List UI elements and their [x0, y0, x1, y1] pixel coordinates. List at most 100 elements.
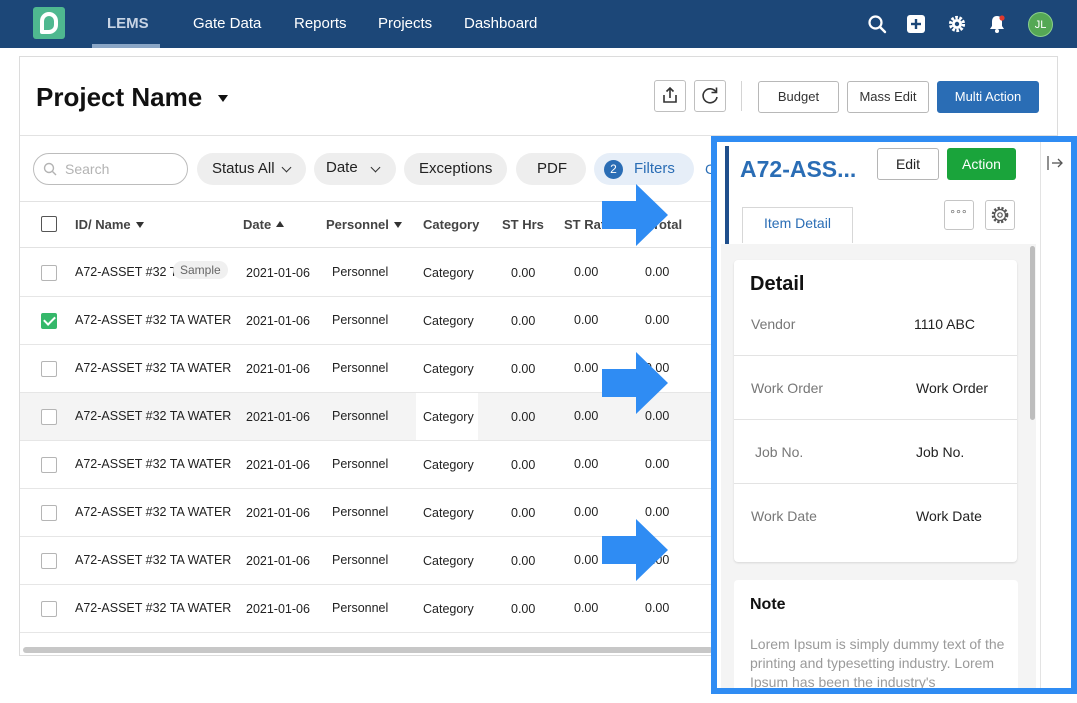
tab-item-detail[interactable]: Item Detail [742, 207, 853, 243]
row-checkbox[interactable] [41, 409, 57, 425]
multi-action-button[interactable]: Multi Action [937, 81, 1039, 113]
cell-category: Category [423, 410, 474, 424]
cell-total: 0.00 [645, 601, 670, 615]
nav-item-gate-data[interactable]: Gate Data [193, 0, 261, 48]
note-text: Lorem Ipsum is simply dummy text of the … [750, 636, 1005, 690]
table-row[interactable]: A72-ASSET #32 TA WATER 2021-01-06 Person… [20, 585, 720, 633]
cell-st-rate: 0.00 [574, 505, 599, 519]
row-checkbox[interactable] [41, 265, 57, 281]
cell-category: Category [423, 506, 474, 520]
cell-st-hrs: 0.00 [511, 506, 536, 520]
cell-st-hrs: 0.00 [511, 458, 536, 472]
row-checkbox[interactable] [41, 505, 57, 521]
date-filter-dropdown[interactable]: Date [314, 153, 396, 185]
filters-button[interactable]: 2 Filters [594, 153, 694, 185]
detail-value: Work Date [916, 508, 982, 524]
gear-icon[interactable] [947, 14, 967, 34]
edit-button[interactable]: Edit [877, 148, 939, 180]
detail-card: Detail Vendor 1110 ABC Work Order Work O… [734, 260, 1017, 562]
cell-id-name: A72-ASSET #32 TA WATER [75, 601, 232, 615]
nav-item-dashboard[interactable]: Dashboard [464, 0, 537, 48]
arrow-right-icon [602, 519, 668, 581]
add-icon[interactable] [906, 14, 926, 34]
export-icon [663, 86, 677, 103]
column-header-date[interactable]: Date [243, 217, 285, 232]
cell-category: Category [423, 362, 474, 376]
cell-personnel: Personnel [332, 409, 389, 423]
app-logo[interactable] [33, 7, 65, 39]
search-placeholder: Search [65, 161, 110, 177]
search-icon[interactable] [867, 14, 887, 34]
detail-label: Vendor [751, 316, 796, 332]
row-checkbox[interactable] [41, 361, 57, 377]
cell-date: 2021-01-06 [246, 506, 310, 520]
exceptions-filter-button[interactable]: Exceptions [404, 153, 507, 185]
cell-date: 2021-01-06 [246, 314, 310, 328]
refresh-icon [702, 87, 718, 104]
more-options-button[interactable]: °°° [944, 200, 974, 230]
cell-st-hrs: 0.00 [511, 410, 536, 424]
select-all-checkbox[interactable] [41, 216, 57, 232]
cell-date: 2021-01-06 [246, 458, 310, 472]
note-card: Note Lorem Ipsum is simply dummy text of… [734, 580, 1018, 690]
nav-item-projects[interactable]: Projects [378, 0, 432, 48]
cell-st-rate: 0.00 [574, 553, 599, 567]
pdf-button[interactable]: PDF [516, 153, 586, 185]
cell-category: Category [423, 602, 474, 616]
panel-settings-button[interactable] [985, 200, 1015, 230]
budget-button[interactable]: Budget [758, 81, 839, 113]
sort-asc-icon [276, 221, 285, 227]
detail-label: Job No. [755, 444, 804, 460]
item-detail-panel: A72-ASS... Edit Action Item Detail °°° D… [711, 136, 1077, 694]
table-row[interactable]: A72-ASSET #32 TA WATER 2021-01-06 Person… [20, 297, 720, 345]
action-button[interactable]: Action [947, 148, 1016, 180]
table-row[interactable]: A72-ASSET #32 T. Sample 2021-01-06 Perso… [20, 249, 720, 297]
panel-vertical-scrollbar[interactable] [1030, 246, 1035, 420]
refresh-button[interactable] [694, 80, 726, 112]
cell-id-name: A72-ASSET #32 TA WATER [75, 457, 232, 471]
cell-total: 0.00 [645, 265, 670, 279]
panel-accent-bar [725, 146, 729, 244]
cell-personnel: Personnel [332, 265, 389, 279]
row-checkbox[interactable] [41, 601, 57, 617]
column-header-st-rate[interactable]: ST Rat [564, 217, 605, 232]
table-row[interactable]: A72-ASSET #32 TA WATER 2021-01-06 Person… [20, 441, 720, 489]
nav-item-lems[interactable]: LEMS [107, 0, 149, 48]
cell-personnel: Personnel [332, 601, 389, 615]
column-header-st-hrs[interactable]: ST Hrs [502, 217, 544, 232]
project-dropdown-caret-icon[interactable] [218, 95, 228, 102]
chevron-down-icon [370, 162, 381, 173]
arrow-right-icon [602, 352, 668, 414]
horizontal-scrollbar[interactable] [23, 647, 713, 653]
mass-edit-button[interactable]: Mass Edit [847, 81, 929, 113]
cell-st-hrs: 0.00 [511, 554, 536, 568]
cell-st-hrs: 0.00 [511, 314, 536, 328]
column-header-id-name[interactable]: ID/ Name [75, 217, 144, 232]
row-checkbox[interactable] [41, 313, 57, 329]
chevron-down-icon [281, 162, 292, 173]
user-avatar[interactable]: JL [1028, 12, 1053, 37]
date-filter-label: Date [326, 159, 358, 176]
cell-id-name: A72-ASSET #32 TA WATER [75, 505, 232, 519]
detail-row-vendor: Vendor 1110 ABC [734, 292, 1017, 356]
bell-icon[interactable] [987, 14, 1007, 34]
nav-item-reports[interactable]: Reports [294, 0, 347, 48]
search-input[interactable]: Search [33, 153, 188, 185]
collapse-panel-icon[interactable] [1046, 154, 1064, 172]
detail-value: Work Order [916, 380, 989, 396]
status-filter-dropdown[interactable]: Status All [197, 153, 306, 185]
gear-icon [991, 206, 1009, 224]
cell-st-hrs: 0.00 [511, 602, 536, 616]
column-header-personnel[interactable]: Personnel [326, 217, 402, 232]
top-navigation-bar: LEMS Gate Data Reports Projects Dashboar… [0, 0, 1077, 48]
project-title[interactable]: Project Name [36, 82, 202, 113]
cell-category: Category [423, 314, 474, 328]
cell-total: 0.00 [645, 457, 670, 471]
more-icon: °°° [950, 207, 968, 221]
cell-date: 2021-01-06 [246, 602, 310, 616]
column-header-category[interactable]: Category [423, 217, 479, 232]
cell-st-hrs: 0.00 [511, 266, 536, 280]
export-button[interactable] [654, 80, 686, 112]
row-checkbox[interactable] [41, 553, 57, 569]
row-checkbox[interactable] [41, 457, 57, 473]
